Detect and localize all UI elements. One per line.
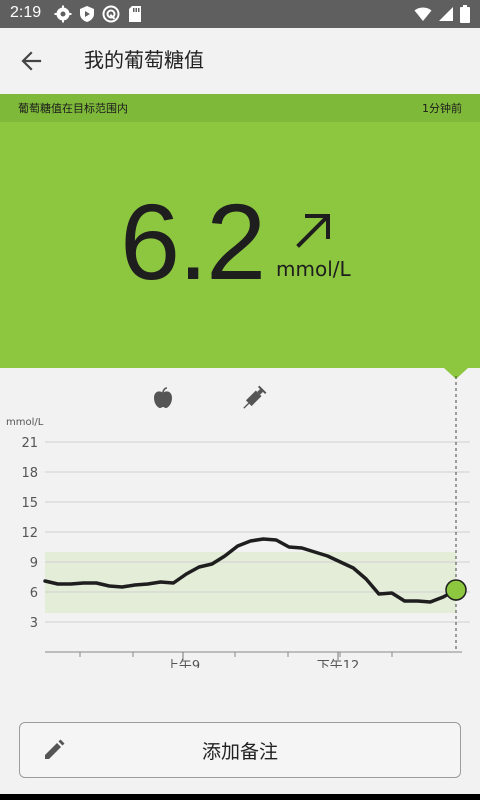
shield-icon — [78, 5, 96, 23]
gear-icon — [54, 5, 72, 23]
app-bar: 我的葡萄糖值 — [0, 28, 480, 92]
y-tick-label: 12 — [21, 526, 38, 541]
glucose-chart: mmol/L 21 18 15 12 9 6 3 上午9 下午12 — [0, 368, 480, 668]
y-tick-label: 9 — [30, 556, 38, 571]
status-bar: 2:19 — [0, 0, 480, 28]
wifi-icon — [414, 6, 432, 26]
signal-icon — [438, 6, 454, 26]
y-axis-label: mmol/L — [6, 417, 44, 428]
y-tick-label: 18 — [21, 466, 38, 481]
arrow-up-right-icon — [294, 210, 334, 250]
system-nav-bar — [0, 794, 480, 800]
y-tick-label: 15 — [21, 496, 38, 511]
page-title: 我的葡萄糖值 — [84, 48, 204, 72]
apple-icon[interactable] — [154, 387, 172, 408]
x-tick-label: 上午9 — [166, 659, 200, 668]
y-tick-label: 3 — [30, 616, 38, 631]
glucose-value: 6.2 — [120, 181, 266, 302]
status-subbar: 葡萄糖值在目标范围内 1分钟前 — [0, 94, 480, 122]
status-time: 2:19 — [10, 4, 42, 21]
refresh-icon — [102, 5, 120, 23]
y-tick-label: 6 — [30, 586, 38, 601]
last-updated-text: 1分钟前 — [422, 102, 462, 115]
x-tick-label: 下午12 — [317, 659, 360, 668]
glucose-unit: mmol/L — [276, 257, 351, 281]
current-value-point — [445, 579, 467, 601]
syringe-icon[interactable] — [240, 385, 267, 412]
battery-icon — [460, 5, 470, 27]
glucose-chart-svg: mmol/L 21 18 15 12 9 6 3 上午9 下午12 — [6, 368, 470, 668]
y-tick-label: 21 — [21, 436, 38, 451]
arrow-left-icon[interactable] — [18, 48, 48, 74]
sd-card-icon — [126, 5, 144, 23]
add-note-label: 添加备注 — [201, 741, 278, 763]
add-note-button[interactable]: 添加备注 — [19, 722, 461, 778]
glucose-banner: 葡萄糖值在目标范围内 1分钟前 6.2 mmol/L — [0, 94, 480, 368]
range-status-text: 葡萄糖值在目标范围内 — [18, 102, 128, 115]
target-range-band — [45, 552, 456, 613]
